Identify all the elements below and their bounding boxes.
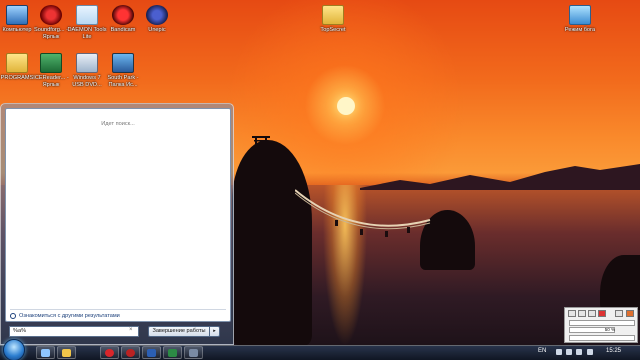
folder-icon bbox=[322, 5, 344, 25]
wallpaper-rope bbox=[295, 189, 431, 237]
godmode-icon bbox=[569, 5, 591, 25]
search-icon bbox=[10, 313, 16, 319]
tray-network-icon[interactable] bbox=[556, 349, 562, 355]
tray-volume-icon[interactable] bbox=[566, 349, 572, 355]
more-results-link[interactable]: Ознакомиться с другими результатами bbox=[10, 313, 120, 319]
widget-button-1[interactable] bbox=[568, 310, 576, 317]
bandicam-icon bbox=[112, 5, 134, 25]
word-icon bbox=[147, 349, 156, 357]
results-divider bbox=[10, 309, 226, 310]
start-menu: Идет поиск... Ознакомиться с другими рез… bbox=[0, 103, 234, 345]
widget-button-3[interactable] bbox=[588, 310, 596, 317]
shutdown-options-button[interactable]: ▸ bbox=[210, 326, 220, 337]
taskbar-folder[interactable] bbox=[57, 346, 76, 359]
desktop-icon-southpark[interactable]: South Park - Палка Ис... bbox=[103, 53, 143, 88]
desktop-icon-unepic[interactable]: Unepic bbox=[137, 5, 177, 34]
folder-icon bbox=[62, 349, 71, 357]
shutdown-button[interactable]: Завершение работы bbox=[148, 326, 210, 337]
desktop-icon-topsecret[interactable]: TopSecret bbox=[313, 5, 353, 34]
widget-close-button[interactable] bbox=[626, 310, 634, 317]
desktop-icon-icereader[interactable]: ICEReader... - Ярлык bbox=[31, 53, 71, 88]
wallpaper-sun bbox=[337, 97, 355, 115]
icereader-icon bbox=[40, 53, 62, 73]
search-clear-button[interactable]: × bbox=[129, 327, 133, 333]
taskbar-explorer[interactable] bbox=[36, 346, 55, 359]
language-indicator[interactable]: EN bbox=[538, 348, 546, 354]
app-icon bbox=[189, 349, 198, 357]
search-results-panel: Идет поиск... Ознакомиться с другими рез… bbox=[5, 108, 231, 322]
widget-minimize-button[interactable] bbox=[615, 310, 623, 317]
desktop-icon-daemon-tools[interactable]: DAEMON Tools Lite bbox=[67, 5, 107, 40]
floating-widget: 50 % bbox=[564, 307, 638, 343]
desktop-icon-soundforge[interactable]: Soundforg... - Ярлык bbox=[31, 5, 71, 40]
media-icon bbox=[126, 349, 135, 357]
explorer-icon bbox=[41, 349, 50, 357]
widget-field-1[interactable] bbox=[569, 320, 635, 326]
soundforge-icon bbox=[40, 5, 62, 25]
wallpaper-torii bbox=[252, 136, 270, 150]
southpark-icon bbox=[112, 53, 134, 73]
desktop-icon-godmode[interactable]: Режим бога bbox=[560, 5, 600, 34]
taskbar-excel[interactable] bbox=[163, 346, 182, 359]
taskbar-app[interactable] bbox=[184, 346, 203, 359]
widget-field-3[interactable] bbox=[569, 335, 635, 341]
tray-flag-icon[interactable] bbox=[576, 349, 582, 355]
opera-icon bbox=[105, 349, 114, 357]
search-status: Идет поиск... bbox=[101, 121, 135, 127]
start-search-input[interactable]: %a% bbox=[9, 326, 139, 337]
more-results-label: Ознакомиться с другими результатами bbox=[19, 313, 120, 319]
tray-app-icon[interactable] bbox=[587, 349, 593, 355]
folder-icon bbox=[6, 53, 28, 73]
taskbar-opera[interactable] bbox=[100, 346, 119, 359]
unepic-icon bbox=[146, 5, 168, 25]
start-button[interactable] bbox=[3, 339, 25, 360]
win7-usb-icon bbox=[76, 53, 98, 73]
desktop-icon-win7-usb[interactable]: Windows 7 USB DVD... bbox=[67, 53, 107, 88]
excel-icon bbox=[168, 349, 177, 357]
taskbar-media[interactable] bbox=[121, 346, 140, 359]
daemon-tools-icon bbox=[76, 5, 98, 25]
widget-record-button[interactable] bbox=[598, 310, 606, 317]
computer-icon bbox=[6, 5, 28, 25]
taskbar-word[interactable] bbox=[142, 346, 161, 359]
widget-value: 50 % bbox=[604, 327, 615, 332]
taskbar-clock[interactable]: 15:25 bbox=[606, 348, 621, 354]
widget-button-2[interactable] bbox=[578, 310, 586, 317]
